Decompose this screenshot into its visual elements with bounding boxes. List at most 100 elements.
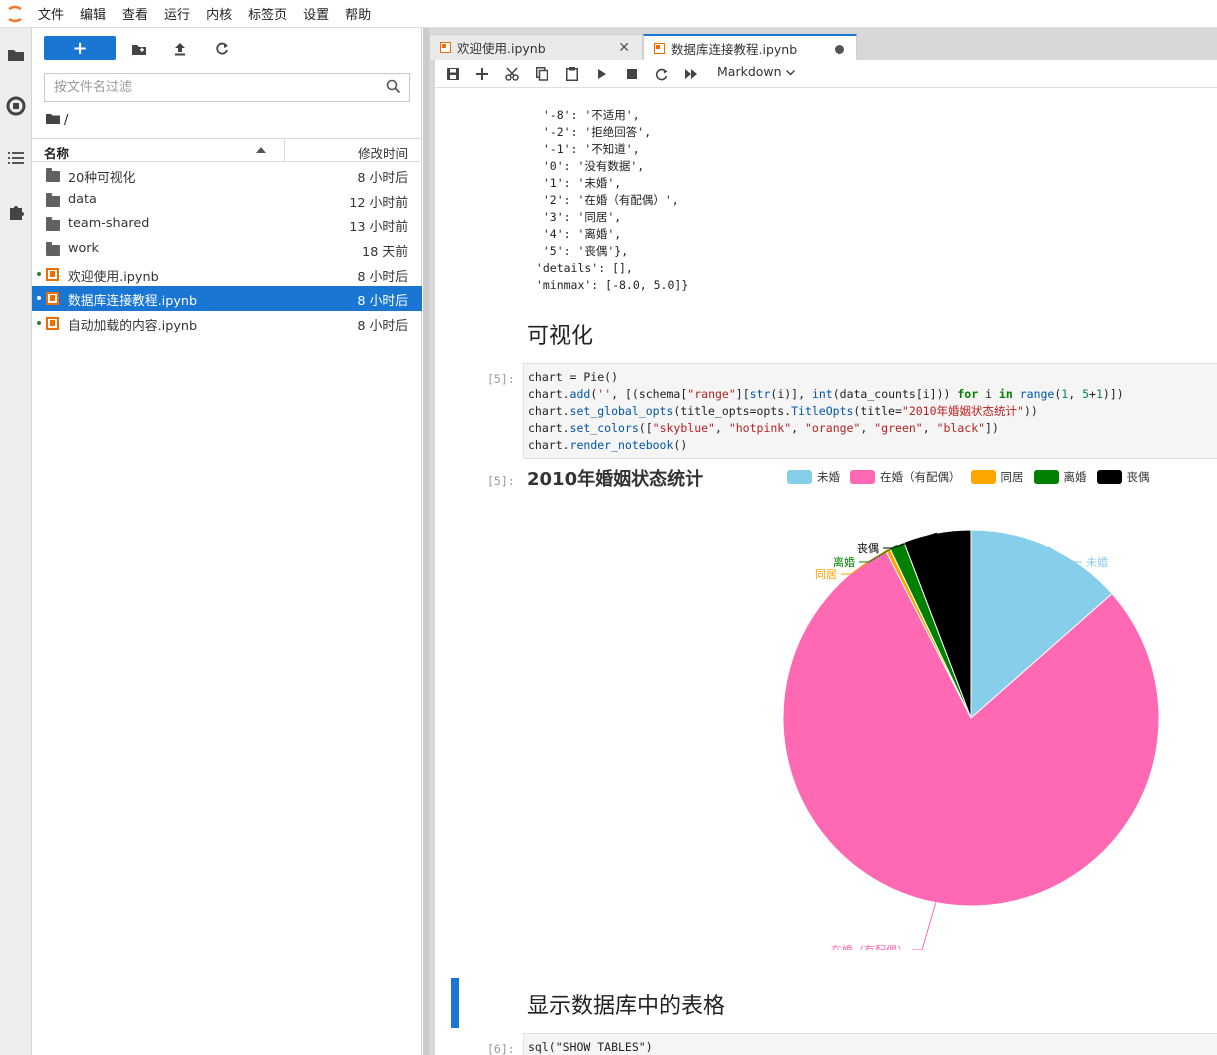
legend-label: 离婚 [1063,470,1087,484]
file-filter-input[interactable] [45,74,365,101]
notebook-icon [440,42,451,53]
folder-icon[interactable] [0,38,32,70]
extension-icon[interactable] [0,196,32,228]
notebook-icon [654,42,665,54]
legend-item[interactable]: 丧偶 [1096,469,1150,485]
menu-bar: 文件 编辑 查看 运行 内核 标签页 设置 帮助 [0,0,1217,28]
new-launcher-button[interactable]: + [44,36,116,60]
toc-icon[interactable] [0,142,32,174]
restart-icon[interactable] [651,65,671,83]
notebook-icon [46,292,60,306]
legend-item[interactable]: 同居 [970,469,1024,485]
legend-label: 在婚（有配偶） [880,470,961,484]
file-row[interactable]: data 12 小时前 [32,188,422,213]
paste-icon[interactable] [562,65,582,83]
column-name-header[interactable]: 名称 [44,143,69,162]
stop-icon[interactable] [622,65,642,83]
output-line: '5': '丧偶'}, [529,244,629,258]
chart-legend: 未婚 在婚（有配偶） 同居 离婚 丧偶 [787,469,1160,485]
input-prompt: [6]: [487,1042,515,1055]
heading-visualization: 可视化 [527,324,594,349]
notebook-panel: Markdown '-8': '不适用', '-2': '拒绝回答', '-1'… [435,60,1217,1055]
menu-file[interactable]: 文件 [30,4,72,23]
file-name: data [68,191,97,207]
folder-icon [46,242,60,257]
output-line: '2': '在婚（有配偶）', [529,193,679,207]
file-list: 20种可视化 8 小时后 data 12 小时前 team-shared 13 小时前 wo… [32,163,422,336]
copy-icon[interactable] [532,65,552,83]
file-name: 自动加载的内容.ipynb [68,319,198,335]
legend-item[interactable]: 未婚 [787,469,840,485]
output-line: '1': '未婚', [529,176,622,190]
legend-swatch [787,470,812,484]
file-filter-field[interactable] [44,73,410,102]
tab-bar: 欢迎使用.ipynb ✕ 数据库连接教程.ipynb [429,32,1217,60]
chevron-down-icon [785,64,795,79]
tab-welcome[interactable]: 欢迎使用.ipynb ✕ [429,34,643,60]
code-editor[interactable]: chart = Pie() chart.add('', [(schema["ra… [524,364,1217,459]
add-cell-icon[interactable] [472,65,492,83]
close-icon[interactable]: ✕ [618,40,630,56]
menu-settings[interactable]: 设置 [295,4,337,23]
legend-swatch [1033,470,1059,484]
legend-swatch [1096,470,1122,484]
file-browser: + / 名称 修改时间 20种可视化8 小时后 data 12 小时前team-sh… [32,28,422,1055]
menu-edit[interactable]: 编辑 [72,4,114,23]
fast-forward-icon[interactable] [681,65,701,83]
menu-run[interactable]: 运行 [156,4,198,23]
menu-help[interactable]: 帮助 [337,4,379,23]
file-row[interactable]: 欢迎使用.ipynb 8 小时后 [32,262,422,287]
folder-icon[interactable] [46,113,60,128]
jupyter-logo-icon [0,0,30,28]
file-row[interactable]: work 18 天前 [32,237,422,262]
upload-icon[interactable] [169,38,191,60]
cell-type-select[interactable]: Markdown [717,64,795,79]
save-icon[interactable] [443,65,463,83]
legend-item[interactable]: 在婚（有配偶） [850,469,961,485]
cut-icon[interactable] [502,65,522,83]
legend-swatch [970,470,996,484]
active-cell-indicator[interactable] [451,978,459,1028]
running-dot-icon [37,271,41,276]
output-line: '3': '同居', [529,210,622,224]
running-icon[interactable] [0,90,32,122]
legend-label: 丧偶 [1126,470,1150,484]
output-text: '-2': '拒绝回答', '-1': '不知道', '0': '没有数据', … [529,124,688,294]
file-row[interactable]: team-shared 13 小时前 [32,212,422,237]
output-line: '0': '没有数据', [529,159,645,173]
file-modified: 18 天前 [362,245,408,261]
output-prompt: [5]: [487,474,515,488]
menu-kernel[interactable]: 内核 [198,4,240,23]
code-editor[interactable]: sql("SHOW TABLES") [524,1034,1217,1055]
file-row[interactable]: 20种可视化 8 小时后 [32,163,422,188]
unsaved-dot-icon[interactable] [835,45,844,54]
file-name: work [68,241,99,257]
refresh-icon[interactable] [211,38,233,60]
tab-db-tutorial[interactable]: 数据库连接教程.ipynb [643,34,857,60]
breadcrumb: / [46,111,68,129]
menu-tabs[interactable]: 标签页 [240,4,295,23]
column-modified-header[interactable]: 修改时间 [358,143,408,162]
menu-view[interactable]: 查看 [114,4,156,23]
sort-ascending-icon[interactable] [256,147,266,153]
new-folder-icon[interactable] [128,38,150,60]
file-name: 欢迎使用.ipynb [68,269,159,285]
file-row[interactable]: 自动加载的内容.ipynb 8 小时后 [32,311,422,336]
file-modified: 12 小时前 [349,195,408,211]
run-icon[interactable] [592,65,612,83]
cell-type-label: Markdown [717,64,782,79]
code-cell-5[interactable]: chart = Pie() chart.add('', [(schema["ra… [523,363,1217,459]
input-prompt: [5]: [487,372,515,386]
folder-icon [46,192,60,207]
breadcrumb-root[interactable]: / [64,113,68,128]
notebook-icon [46,317,60,331]
file-row[interactable]: 数据库连接教程.ipynb 8 小时后 [32,286,422,312]
code-cell-6[interactable]: sql("SHOW TABLES") [523,1033,1217,1055]
legend-item[interactable]: 离婚 [1033,469,1087,485]
output-line: 'minmax': [-8.0, 5.0]} [529,278,689,292]
file-list-header: 名称 修改时间 [32,138,422,162]
slice-label: 离婚 [833,555,855,569]
pie-chart: 未婚在婚（有配偶） 同居离婚丧偶 [782,529,1160,950]
output-text-partial: '-8': '不适用', [529,108,640,122]
folder-icon [46,217,60,232]
